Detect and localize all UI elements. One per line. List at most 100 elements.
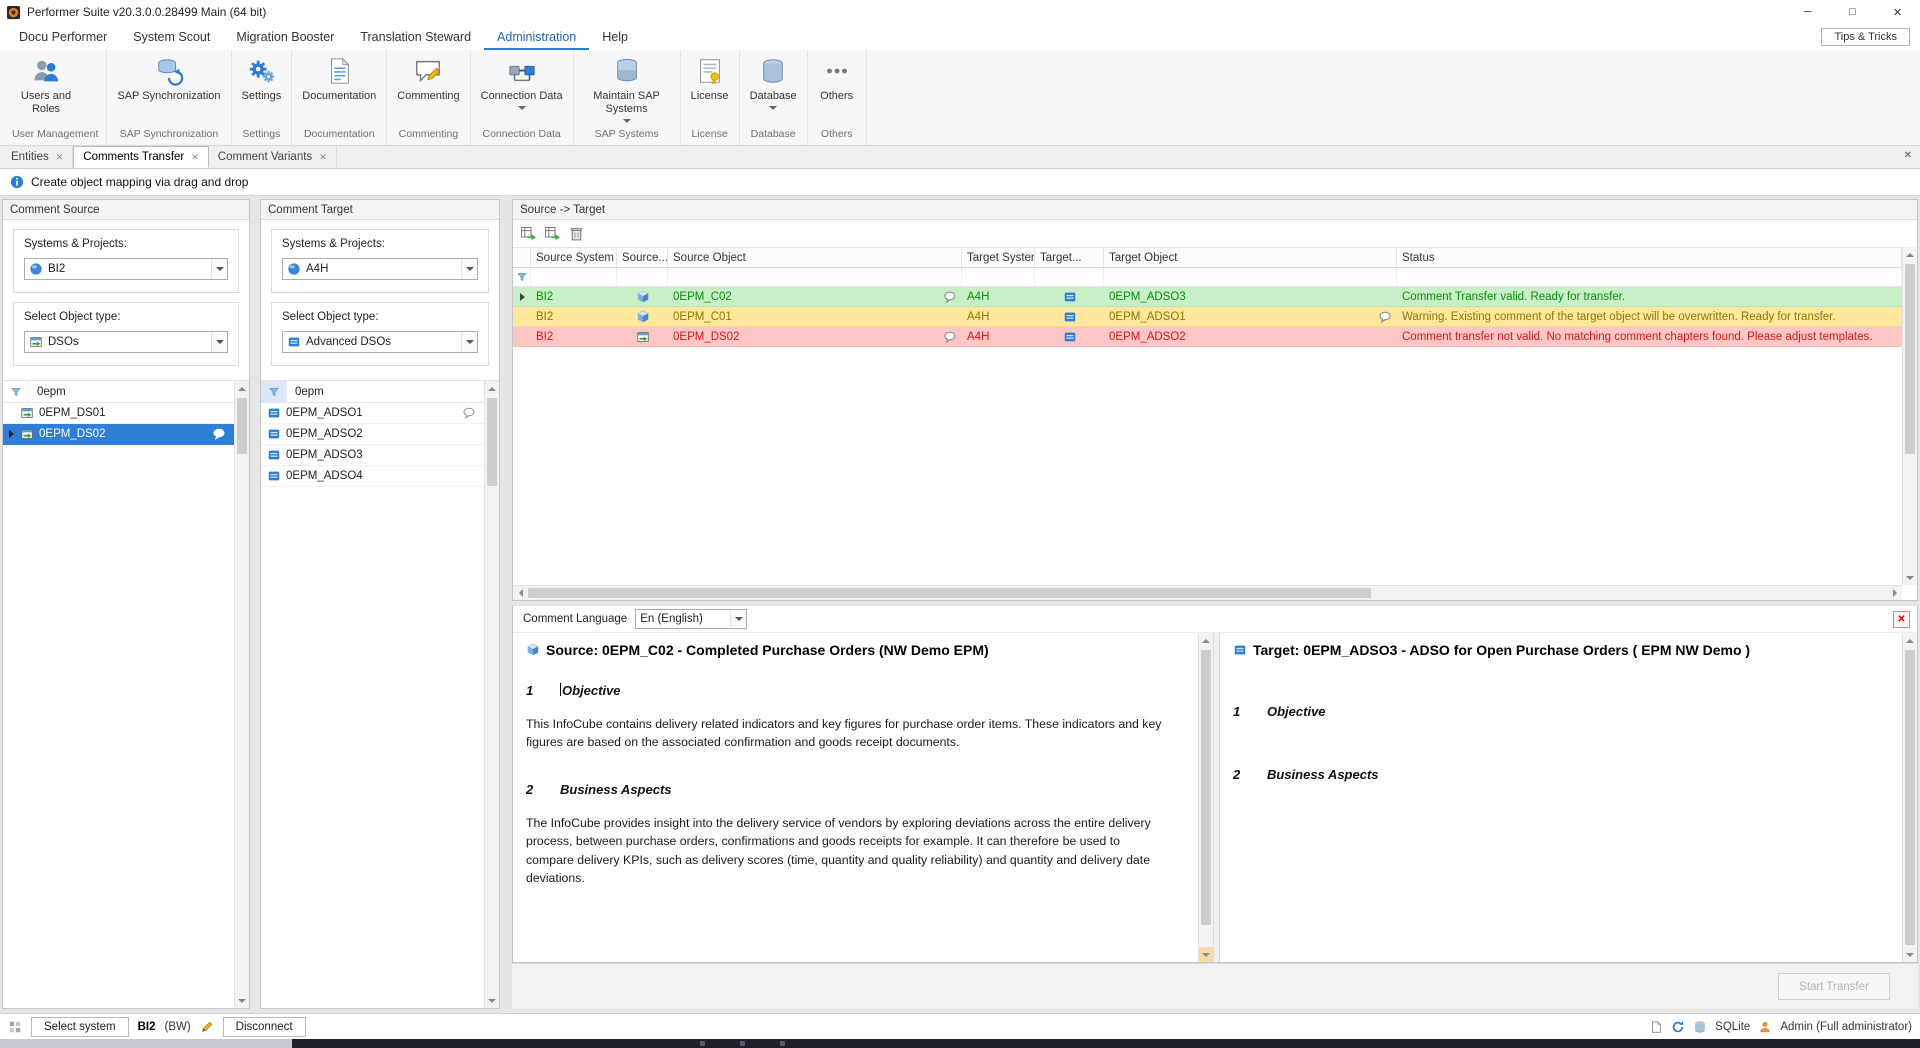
tab-comments-transfer[interactable]: Comments Transfer ✕	[73, 146, 209, 168]
filter-funnel-cell[interactable]	[3, 381, 29, 402]
scroll-thumb[interactable]	[1201, 650, 1211, 925]
commenting-button[interactable]: Commenting	[387, 50, 469, 105]
combo-dropdown-button[interactable]	[211, 332, 227, 352]
close-preview-button[interactable]: ✕	[1893, 611, 1910, 628]
license-button[interactable]: License	[681, 50, 739, 105]
mapping-row-valid[interactable]: BI2 0EPM_C02 A4H 0EPM_ADSO3 Comment Tran…	[513, 287, 1902, 307]
source-object-type-combo[interactable]: DSOs	[24, 331, 228, 353]
menu-tab-migration-booster[interactable]: Migration Booster	[223, 24, 347, 50]
scroll-left-button[interactable]	[513, 586, 528, 600]
vertical-splitter[interactable]	[1213, 633, 1220, 962]
filter-funnel-cell[interactable]	[261, 381, 287, 402]
grid-vertical-scrollbar[interactable]	[1902, 247, 1917, 585]
scroll-up-button[interactable]	[1903, 247, 1917, 262]
scroll-track[interactable]	[235, 396, 249, 993]
connection-data-button[interactable]: Connection Data	[471, 50, 573, 112]
list-item-0epm-adso3[interactable]: 0EPM_ADSO3	[261, 445, 484, 466]
scroll-thumb[interactable]	[1905, 264, 1915, 454]
source-list-scrollbar[interactable]	[234, 381, 249, 1008]
refresh-icon[interactable]	[1671, 1020, 1685, 1034]
column-header-target-system[interactable]: Target System	[962, 248, 1035, 267]
log-page-icon[interactable]	[1649, 1020, 1663, 1034]
menu-tab-help[interactable]: Help	[589, 24, 641, 50]
target-document-scrollbar[interactable]	[1902, 633, 1917, 962]
expander-icon[interactable]	[9, 430, 14, 438]
start-transfer-button[interactable]: Start Transfer	[1778, 973, 1890, 1000]
tree-item-0epm-ds01[interactable]: 0EPM_DS01	[3, 403, 234, 424]
target-list-scrollbar[interactable]	[484, 381, 499, 1008]
target-filter-row[interactable]: 0epm	[261, 381, 484, 403]
maximize-button[interactable]: □	[1830, 0, 1875, 24]
close-tab-bar-button[interactable]: ✕	[1904, 150, 1912, 161]
mapping-row-warning[interactable]: BI2 0EPM_C01 A4H 0EPM_ADSO1 Warning. Exi…	[513, 307, 1902, 327]
close-button[interactable]: ✕	[1875, 0, 1920, 24]
scroll-track[interactable]	[1903, 648, 1917, 947]
scroll-track[interactable]	[485, 396, 499, 993]
list-item-0epm-adso1[interactable]: 0EPM_ADSO1	[261, 403, 484, 424]
scroll-track[interactable]	[1903, 262, 1917, 570]
close-tab-icon[interactable]: ✕	[56, 152, 64, 163]
scroll-down-button[interactable]	[235, 993, 249, 1008]
column-header-source-type[interactable]: Source...	[617, 248, 668, 267]
scroll-up-button[interactable]	[1903, 633, 1917, 648]
list-item-0epm-adso4[interactable]: 0EPM_ADSO4	[261, 466, 484, 487]
database-button[interactable]: Database	[740, 50, 807, 112]
scroll-track[interactable]	[528, 586, 1887, 600]
delete-mapping-button[interactable]	[568, 225, 585, 242]
scroll-thumb[interactable]	[237, 398, 247, 454]
transfer-all-comments-button[interactable]	[544, 225, 561, 242]
tips-and-tricks-button[interactable]: Tips & Tricks	[1821, 28, 1910, 46]
combo-dropdown-button[interactable]	[211, 259, 227, 279]
sap-synchronization-button[interactable]: SAP Synchronization	[107, 50, 230, 105]
column-header-target-type[interactable]: Target...	[1035, 248, 1104, 267]
comment-language-combo[interactable]: En (English)	[635, 609, 747, 629]
settings-button[interactable]: Settings	[232, 50, 292, 105]
scroll-thumb[interactable]	[1905, 650, 1915, 945]
others-button[interactable]: Others	[808, 50, 866, 105]
edit-pencil-icon[interactable]	[200, 1020, 214, 1034]
column-header-target-object[interactable]: Target Object	[1104, 248, 1397, 267]
tree-item-0epm-ds02[interactable]: 0EPM_DS02	[3, 424, 234, 445]
menu-tab-administration[interactable]: Administration	[484, 24, 589, 50]
grid-filter-row[interactable]	[513, 268, 1902, 287]
users-and-roles-button[interactable]: Users and Roles	[4, 50, 88, 118]
tab-entities[interactable]: Entities ✕	[2, 146, 73, 168]
target-system-combo[interactable]: A4H	[282, 258, 478, 280]
combo-dropdown-button[interactable]	[461, 259, 477, 279]
column-header-source-object[interactable]: Source Object	[668, 248, 962, 267]
combo-dropdown-button[interactable]	[730, 610, 746, 628]
close-tab-icon[interactable]: ✕	[191, 152, 199, 163]
scroll-down-button[interactable]	[1903, 947, 1917, 962]
scroll-down-button[interactable]	[485, 993, 499, 1008]
scroll-up-button[interactable]	[1199, 633, 1213, 648]
column-header-status[interactable]: Status	[1397, 248, 1902, 267]
scroll-up-button[interactable]	[235, 381, 249, 396]
grid-horizontal-scrollbar[interactable]	[513, 585, 1902, 600]
disconnect-button[interactable]: Disconnect	[223, 1017, 306, 1037]
combo-dropdown-button[interactable]	[461, 332, 477, 352]
scroll-thumb[interactable]	[487, 398, 497, 486]
list-item-0epm-adso2[interactable]: 0EPM_ADSO2	[261, 424, 484, 445]
scroll-down-button[interactable]	[1199, 947, 1213, 962]
menu-tab-system-scout[interactable]: System Scout	[120, 24, 223, 50]
column-header-source-system[interactable]: Source System	[531, 248, 617, 267]
documentation-button[interactable]: Documentation	[292, 50, 386, 105]
source-document-scrollbar[interactable]	[1198, 633, 1213, 962]
source-system-combo[interactable]: BI2	[24, 258, 228, 280]
transfer-comment-button[interactable]	[520, 225, 537, 242]
scroll-down-button[interactable]	[1903, 570, 1917, 585]
select-system-button[interactable]: Select system	[31, 1017, 129, 1037]
scroll-right-button[interactable]	[1887, 586, 1902, 600]
close-tab-icon[interactable]: ✕	[319, 152, 327, 163]
source-filter-row[interactable]: 0epm	[3, 381, 234, 403]
scroll-thumb[interactable]	[528, 588, 1371, 598]
maintain-sap-systems-button[interactable]: Maintain SAP Systems	[574, 50, 680, 125]
minimize-button[interactable]: ─	[1785, 0, 1830, 24]
target-object-type-combo[interactable]: Advanced DSOs	[282, 331, 478, 353]
scroll-up-button[interactable]	[485, 381, 499, 396]
tab-comment-variants[interactable]: Comment Variants ✕	[209, 146, 337, 168]
scroll-track[interactable]	[1199, 648, 1213, 947]
menu-tab-translation-steward[interactable]: Translation Steward	[347, 24, 484, 50]
mapping-row-error[interactable]: BI2 0EPM_DS02 A4H 0EPM_ADSO2 Comment tra…	[513, 327, 1902, 347]
menu-tab-docu-performer[interactable]: Docu Performer	[6, 24, 120, 50]
